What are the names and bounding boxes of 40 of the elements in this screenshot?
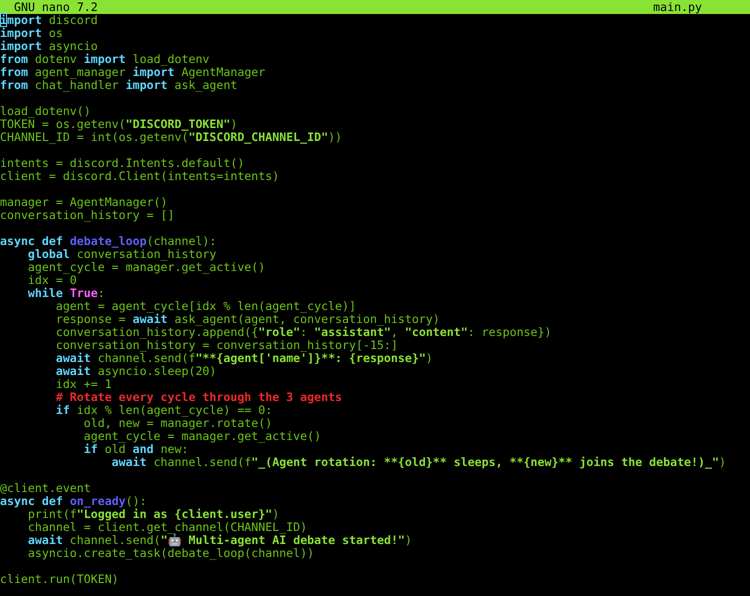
code-line: conversation_history = [] (0, 209, 176, 222)
code-line: while True: (26, 287, 106, 300)
code-line: agent_cycle = manager.get_active() (26, 261, 266, 274)
code-line: async def on_ready(): (0, 495, 148, 508)
code-line: asyncio.create_task(debate_loop(channel)) (26, 547, 316, 560)
app-title: GNU nano 7.2 (14, 0, 98, 14)
code-line: conversation_history = conversation_history[-15:] (54, 339, 399, 352)
code-line: import asyncio (0, 40, 99, 53)
code-line: await channel.send(f"**{agent['name']}**: {response}") (54, 352, 434, 365)
code-line: # Rotate every cycle through the 3 agents (54, 391, 344, 404)
code-line: await asyncio.sleep(20) (54, 365, 216, 378)
code-line: async def debate_loop(channel): (0, 235, 218, 248)
code-line: old, new = manager.rotate() (82, 417, 274, 430)
code-line: client.run(TOKEN) (0, 573, 120, 586)
code-line: channel = client.get_channel(CHANNEL_ID) (26, 521, 308, 534)
code-line: @client.event (0, 482, 92, 495)
code-line: from dotenv import load_dotenv (0, 53, 210, 66)
code-line: idx = 0 (26, 274, 77, 287)
code-line: response = await ask_agent(agent, conversation_history) (54, 313, 441, 326)
code-line: agent = agent_cycle[idx % len(agent_cycle)] (54, 300, 357, 313)
code-line: if idx % len(agent_cycle) == 0: (54, 404, 274, 417)
code-line: CHANNEL_ID = int(os.getenv("DISCORD_CHANNEL_ID")) (0, 131, 344, 144)
code-line: await channel.send(f"_(Agent rotation: **{old}** sleeps, **{new}** joins the debate!)_") (110, 456, 727, 469)
code-line: print(f"Logged in as {client.user}") (28, 508, 280, 521)
code-line: conversation_history.append({"role": "assistant", "content": response}) (54, 326, 552, 339)
code-line: await channel.send("🤖 Multi-agent AI debate started!") (26, 534, 413, 547)
code-line: global conversation_history (28, 248, 218, 261)
file-name: main.py (653, 0, 702, 14)
code-line: import discord (0, 14, 99, 27)
code-line: from agent_manager import AgentManager (0, 66, 266, 79)
code-line: import os (0, 27, 64, 40)
code-line: agent_cycle = manager.get_active() (82, 430, 322, 443)
code-line: manager = AgentManager() (0, 196, 169, 209)
code-line: from chat_handler import ask_agent (0, 79, 238, 92)
code-line: TOKEN = os.getenv("DISCORD_TOKEN") (0, 118, 238, 131)
code-line: intents = discord.Intents.default() (0, 157, 246, 170)
code-line: idx += 1 (54, 378, 112, 391)
code-line: client = discord.Client(intents=intents) (0, 170, 280, 183)
code-line: if old and new: (82, 443, 188, 456)
code-line: load_dotenv() (0, 105, 92, 118)
